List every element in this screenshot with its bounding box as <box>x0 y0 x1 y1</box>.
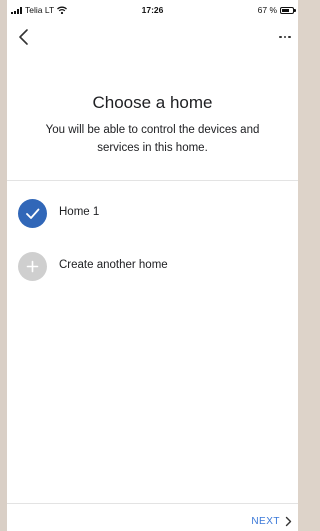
next-button[interactable]: NEXT <box>251 516 292 527</box>
more-dot <box>288 35 291 39</box>
next-label: NEXT <box>251 516 280 527</box>
background-edge <box>0 0 7 531</box>
battery-percentage: 67 % <box>257 5 277 15</box>
plus-icon <box>26 260 39 273</box>
status-time: 17:26 <box>141 5 164 15</box>
header-divider <box>7 180 298 181</box>
selected-indicator <box>18 199 47 228</box>
home-option-home-1[interactable]: Home 1 <box>7 194 298 234</box>
check-icon <box>26 208 40 219</box>
chevron-right-icon <box>285 516 292 527</box>
more-horizontal-icon <box>279 35 282 39</box>
create-home-label: Create another home <box>59 259 168 271</box>
create-home-option[interactable]: Create another home <box>7 247 298 287</box>
home-option-label: Home 1 <box>59 206 100 218</box>
chevron-left-icon <box>19 29 28 45</box>
phone-screen: Telia LT 17:26 67 % Choose a home You wi… <box>7 0 298 531</box>
battery-icon <box>280 6 296 14</box>
page-subtitle: You will be able to control the devices … <box>45 124 260 154</box>
battery-fill <box>282 8 289 12</box>
status-bar: Telia LT 17:26 67 % <box>7 0 298 20</box>
status-right: 67 % <box>257 5 296 15</box>
app-frame: Telia LT 17:26 67 % Choose a home You wi… <box>0 0 298 531</box>
page-title: Choose a home <box>92 93 213 112</box>
back-button[interactable] <box>15 26 35 48</box>
add-indicator <box>18 252 47 281</box>
more-options-button[interactable] <box>276 30 294 44</box>
more-dot <box>283 35 287 39</box>
footer-divider <box>7 503 298 504</box>
